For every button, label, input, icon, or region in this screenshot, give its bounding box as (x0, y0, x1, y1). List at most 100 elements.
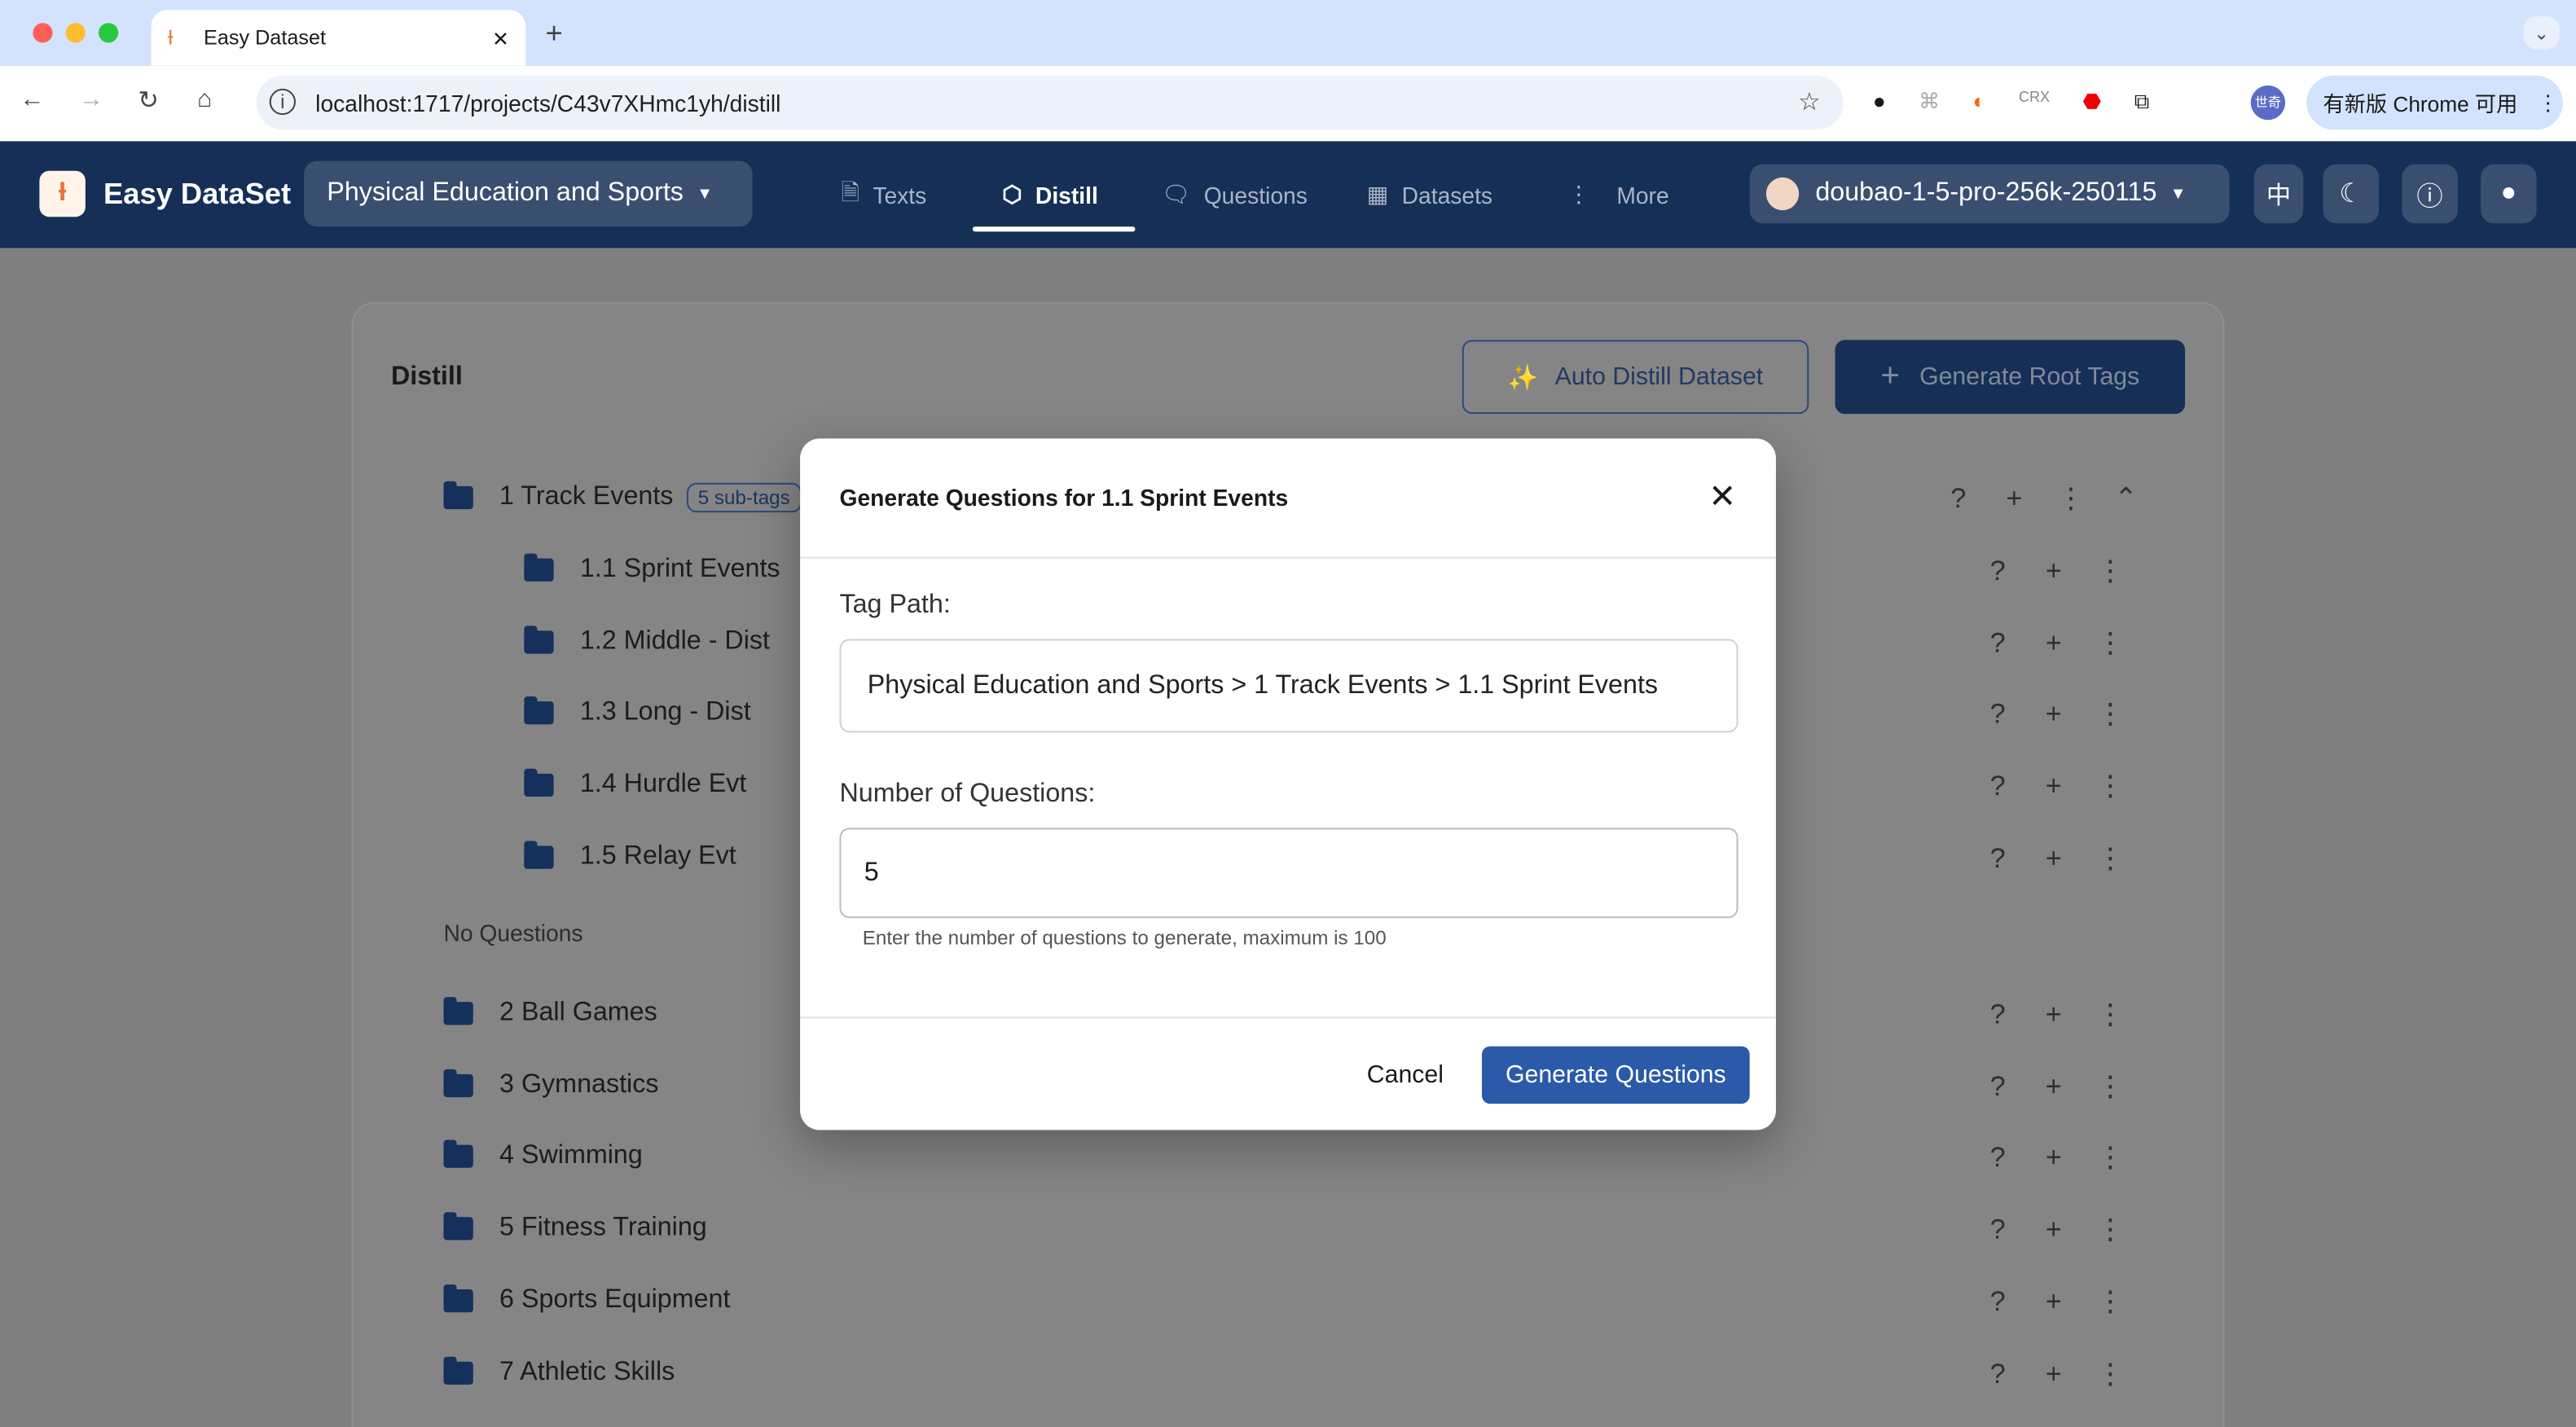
language-button[interactable]: 中 (2253, 164, 2304, 224)
more-icon[interactable]: ⋮ (2096, 1358, 2124, 1390)
sub-tag-row[interactable]: 1.1 Sprint Events (524, 553, 780, 585)
tab-search-button[interactable]: ⌄ (2523, 16, 2560, 50)
add-icon[interactable]: + (2041, 1286, 2067, 1319)
bookmark-star-icon[interactable]: ☆ (1798, 87, 1820, 116)
extension-icon[interactable]: ◐ (1973, 89, 1986, 115)
dark-mode-button[interactable]: ☾ (2323, 164, 2380, 224)
profile-avatar[interactable]: 世奇 (2250, 85, 2286, 121)
generate-questions-icon[interactable]: ? (1985, 999, 2011, 1031)
project-name: Physical Education and Sports (327, 178, 684, 208)
cancel-button[interactable]: Cancel (1367, 1061, 1444, 1089)
app-name: Easy DataSet (103, 177, 292, 211)
tab-title: Easy Dataset (204, 26, 326, 50)
add-icon[interactable]: + (2041, 555, 2067, 588)
tag-actions: ? + ⋮ ⌃ (1945, 483, 2139, 516)
add-icon[interactable]: + (2001, 483, 2027, 516)
more-icon[interactable]: ⋮ (2096, 842, 2124, 875)
puzzle-icon[interactable]: ⧉ (2134, 89, 2150, 115)
add-icon[interactable]: + (2041, 999, 2067, 1031)
chrome-update-button[interactable]: 有新版 Chrome 可用 ⋮ (2306, 75, 2563, 130)
close-tab-icon[interactable]: ✕ (492, 25, 509, 50)
model-selector[interactable]: doubao-1-5-pro-256k-250115 ▼ (1749, 164, 2230, 224)
sub-tag-row[interactable]: 1.3 Long - Dist (524, 696, 751, 728)
tag-row[interactable]: 3 Gymnastics (443, 1069, 658, 1100)
generate-questions-icon[interactable]: ? (1985, 842, 2011, 875)
generate-questions-icon[interactable]: ? (1985, 1286, 2011, 1319)
nav-datasets[interactable]: ▦ Datasets (1367, 141, 1492, 248)
help-button[interactable]: ⓘ (2402, 164, 2458, 224)
generate-questions-icon[interactable]: ? (1985, 1070, 2011, 1103)
more-icon[interactable]: ⋮ (2096, 1070, 2124, 1103)
minimize-window-button[interactable] (65, 23, 86, 43)
folder-icon (443, 1212, 473, 1240)
new-tab-button[interactable]: + (546, 16, 563, 50)
tag-row[interactable]: 4 Swimming (443, 1140, 643, 1171)
add-icon[interactable]: + (2041, 699, 2067, 731)
sub-tag-row[interactable]: 1.2 Middle - Dist (524, 625, 770, 656)
folder-icon (524, 841, 554, 869)
tag-label: 4 Swimming (499, 1142, 643, 1170)
reload-button[interactable]: ↻ (138, 86, 158, 115)
tag-path-field: Physical Education and Sports > 1 Track … (839, 639, 1739, 733)
tag-row[interactable]: 5 Fitness Training (443, 1212, 707, 1243)
address-bar[interactable]: i localhost:1717/projects/C43v7XHmc1yh/di… (256, 75, 1844, 130)
home-button[interactable]: ⌂ (197, 86, 212, 113)
sub-tag-row[interactable]: 1.4 Hurdle Evt (524, 768, 746, 800)
tag-row[interactable]: 6 Sports Equipment (443, 1284, 730, 1315)
crx-extension-icon[interactable]: CRX (2019, 89, 2050, 115)
maximize-window-button[interactable] (98, 23, 119, 43)
add-icon[interactable]: + (2041, 1358, 2067, 1390)
site-info-icon[interactable]: i (269, 88, 296, 116)
generate-root-tags-button[interactable]: + Generate Root Tags (1835, 340, 2186, 415)
nav-texts[interactable]: 🗎 Texts (841, 141, 926, 248)
nav-more[interactable]: ⋮ More (1567, 141, 1669, 248)
close-icon[interactable]: ✕ (1708, 476, 1736, 517)
adblock-icon[interactable]: ⬣ (2083, 89, 2102, 115)
nav-distill[interactable]: ⬡ Distill (1002, 141, 1098, 248)
extension-icon[interactable]: ● (1873, 89, 1886, 115)
nav-questions[interactable]: 🗨 Questions (1162, 141, 1308, 248)
tag-row[interactable]: 7 Athletic Skills (443, 1355, 675, 1387)
more-icon[interactable]: ⋮ (2096, 1142, 2124, 1175)
collapse-icon[interactable]: ⌃ (2112, 483, 2139, 516)
generate-questions-icon[interactable]: ? (1985, 627, 2011, 660)
generate-questions-icon[interactable]: ? (1985, 699, 2011, 731)
generate-questions-icon[interactable]: ? (1985, 1214, 2011, 1246)
more-icon[interactable]: ⋮ (2096, 1214, 2124, 1246)
project-selector[interactable]: Physical Education and Sports ▼ (304, 160, 753, 227)
tag-actions: ? + ⋮ (1985, 1358, 2125, 1390)
folder-icon (443, 1069, 473, 1097)
add-icon[interactable]: + (2041, 1070, 2067, 1103)
generate-questions-icon[interactable]: ? (1985, 771, 2011, 803)
generate-questions-icon[interactable]: ? (1985, 1142, 2011, 1175)
more-icon[interactable]: ⋮ (2096, 1286, 2124, 1319)
forward-button[interactable]: → (79, 86, 103, 113)
generate-questions-icon[interactable]: ? (1985, 555, 2011, 588)
add-icon[interactable]: + (2041, 771, 2067, 803)
close-window-button[interactable] (33, 23, 53, 43)
tag-row[interactable]: 1 Track Events 5 sub-tags (443, 481, 802, 513)
add-icon[interactable]: + (2041, 1142, 2067, 1175)
more-icon[interactable]: ⋮ (2096, 771, 2124, 803)
more-icon[interactable]: ⋮ (2096, 555, 2124, 588)
add-icon[interactable]: + (2041, 627, 2067, 660)
extension-icon[interactable]: ⌘ (1919, 89, 1940, 115)
add-icon[interactable]: + (2041, 1214, 2067, 1246)
more-icon[interactable]: ⋮ (2057, 483, 2085, 516)
generate-questions-button[interactable]: Generate Questions (1481, 1046, 1750, 1104)
question-count-input[interactable]: 5 (839, 828, 1739, 919)
add-icon[interactable]: + (2041, 842, 2067, 875)
browser-tab[interactable]: Ɨ Easy Dataset ✕ (151, 10, 526, 66)
more-icon[interactable]: ⋮ (2096, 627, 2124, 660)
github-icon: ● (2500, 178, 2517, 208)
tag-actions: ? + ⋮ (1985, 771, 2125, 803)
generate-questions-icon[interactable]: ? (1985, 1358, 2011, 1390)
more-icon[interactable]: ⋮ (2096, 999, 2124, 1031)
auto-distill-button[interactable]: ✨ Auto Distill Dataset (1462, 340, 1809, 415)
generate-questions-icon[interactable]: ? (1945, 483, 1972, 516)
github-button[interactable]: ● (2481, 164, 2537, 224)
more-icon[interactable]: ⋮ (2096, 699, 2124, 731)
sub-tag-row[interactable]: 1.5 Relay Evt (524, 841, 736, 872)
back-button[interactable]: ← (20, 86, 44, 113)
tag-row[interactable]: 2 Ball Games (443, 997, 657, 1028)
